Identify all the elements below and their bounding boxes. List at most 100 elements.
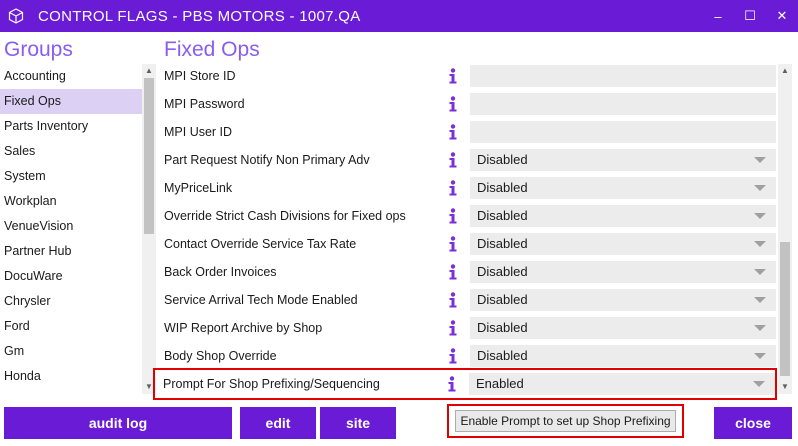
setting-row: Body Shop Override Disabled xyxy=(156,342,778,370)
sidebar-item-fixed-ops[interactable]: Fixed Ops xyxy=(0,89,142,114)
chevron-down-icon xyxy=(754,353,766,359)
chevron-down-icon xyxy=(754,241,766,247)
setting-dropdown[interactable]: Enabled xyxy=(469,373,775,395)
setting-dropdown[interactable]: Disabled xyxy=(470,345,776,367)
info-icon[interactable] xyxy=(446,150,460,170)
setting-dropdown[interactable]: Disabled xyxy=(470,261,776,283)
chevron-down-icon xyxy=(754,157,766,163)
info-icon[interactable] xyxy=(446,290,460,310)
section-heading: Fixed Ops xyxy=(164,38,260,61)
info-icon[interactable] xyxy=(446,262,460,282)
sidebar-item-honda[interactable]: Honda xyxy=(0,364,142,389)
setting-label: WIP Report Archive by Shop xyxy=(164,321,323,335)
setting-text-input[interactable] xyxy=(470,93,776,115)
setting-label: MPI User ID xyxy=(164,125,233,139)
sidebar-item-parts-inventory[interactable]: Parts Inventory xyxy=(0,114,142,139)
chevron-down-icon xyxy=(754,269,766,275)
dropdown-value: Disabled xyxy=(477,236,528,251)
audit-log-button[interactable]: audit log xyxy=(4,407,232,439)
dropdown-value: Disabled xyxy=(477,292,528,307)
setting-dropdown[interactable]: Disabled xyxy=(470,233,776,255)
info-icon[interactable] xyxy=(446,206,460,226)
setting-row: Part Request Notify Non Primary Adv Disab… xyxy=(156,146,778,174)
dropdown-value: Disabled xyxy=(477,320,528,335)
setting-dropdown[interactable]: Disabled xyxy=(470,149,776,171)
maximize-button[interactable]: ☐ xyxy=(734,0,766,32)
cube-icon xyxy=(0,0,32,32)
setting-text-input[interactable] xyxy=(470,121,776,143)
minimize-button[interactable]: – xyxy=(702,0,734,32)
sidebar-item-system[interactable]: System xyxy=(0,164,142,189)
scroll-up-arrow-icon[interactable]: ▲ xyxy=(142,64,156,78)
scroll-down-arrow-icon[interactable]: ▼ xyxy=(142,380,156,394)
setting-label: Override Strict Cash Divisions for Fixed… xyxy=(164,209,406,223)
edit-button[interactable]: edit xyxy=(240,407,316,439)
info-icon[interactable] xyxy=(445,374,459,394)
info-icon[interactable] xyxy=(446,66,460,86)
setting-dropdown[interactable]: Disabled xyxy=(470,289,776,311)
enable-prompt-highlight: Enable Prompt to set up Shop Prefixing xyxy=(447,404,684,438)
dropdown-value: Disabled xyxy=(477,264,528,279)
setting-row: Override Strict Cash Divisions for Fixed… xyxy=(156,202,778,230)
close-window-button[interactable]: ✕ xyxy=(766,0,798,32)
setting-row: Prompt For Shop Prefixing/Sequencing Enab… xyxy=(153,368,777,400)
setting-label: Part Request Notify Non Primary Adv xyxy=(164,153,370,167)
info-icon[interactable] xyxy=(446,234,460,254)
setting-row: WIP Report Archive by Shop Disabled xyxy=(156,314,778,342)
enable-prompt-button[interactable]: Enable Prompt to set up Shop Prefixing xyxy=(455,410,676,432)
setting-text-input[interactable] xyxy=(470,65,776,87)
info-icon[interactable] xyxy=(446,94,460,114)
groups-scrollbar[interactable]: ▲ ▼ xyxy=(142,64,156,394)
setting-row: Contact Override Service Tax Rate Disable… xyxy=(156,230,778,258)
groups-heading: Groups xyxy=(4,38,73,61)
dropdown-value: Disabled xyxy=(477,152,528,167)
setting-label: MyPriceLink xyxy=(164,181,233,195)
sidebar-item-chrysler[interactable]: Chrysler xyxy=(0,289,142,314)
chevron-down-icon xyxy=(754,185,766,191)
setting-row: MyPriceLink Disabled xyxy=(156,174,778,202)
setting-label: MPI Password xyxy=(164,97,245,111)
settings-scrollbar[interactable]: ▲ ▼ xyxy=(778,64,792,394)
setting-label: Back Order Invoices xyxy=(164,265,277,279)
setting-row: Service Arrival Tech Mode Enabled Disable… xyxy=(156,286,778,314)
scrollbar-thumb[interactable] xyxy=(144,78,154,234)
setting-dropdown[interactable]: Disabled xyxy=(470,205,776,227)
setting-row: Back Order Invoices Disabled xyxy=(156,258,778,286)
setting-label: MPI Store ID xyxy=(164,69,236,83)
dropdown-value: Enabled xyxy=(476,376,524,391)
groups-list: Accounting Fixed Ops Parts Inventory Sales S… xyxy=(0,64,156,394)
setting-label: Body Shop Override xyxy=(164,349,277,363)
site-button[interactable]: site xyxy=(320,407,396,439)
scrollbar-thumb[interactable] xyxy=(780,242,790,376)
sidebar-item-docuware[interactable]: DocuWare xyxy=(0,264,142,289)
info-icon[interactable] xyxy=(446,346,460,366)
sidebar-item-accounting[interactable]: Accounting xyxy=(0,64,142,89)
sidebar-item-sales[interactable]: Sales xyxy=(0,139,142,164)
dropdown-value: Disabled xyxy=(477,348,528,363)
chevron-down-icon xyxy=(754,213,766,219)
setting-label: Service Arrival Tech Mode Enabled xyxy=(164,293,358,307)
chevron-down-icon xyxy=(753,381,765,387)
sidebar-item-partner-hub[interactable]: Partner Hub xyxy=(0,239,142,264)
sidebar-item-gm[interactable]: Gm xyxy=(0,339,142,364)
setting-row: MPI User ID xyxy=(156,118,778,146)
info-icon[interactable] xyxy=(446,178,460,198)
setting-label: Contact Override Service Tax Rate xyxy=(164,237,357,251)
scroll-up-arrow-icon[interactable]: ▲ xyxy=(778,64,792,78)
info-icon[interactable] xyxy=(446,318,460,338)
setting-row: MPI Store ID xyxy=(156,62,778,90)
close-button[interactable]: close xyxy=(714,407,792,439)
setting-row: MPI Password xyxy=(156,90,778,118)
sidebar-item-venuevision[interactable]: VenueVision xyxy=(0,214,142,239)
dropdown-value: Disabled xyxy=(477,180,528,195)
info-icon[interactable] xyxy=(446,122,460,142)
sidebar-item-workplan[interactable]: Workplan xyxy=(0,189,142,214)
setting-dropdown[interactable]: Disabled xyxy=(470,317,776,339)
chevron-down-icon xyxy=(754,297,766,303)
sidebar-item-ford[interactable]: Ford xyxy=(0,314,142,339)
chevron-down-icon xyxy=(754,325,766,331)
setting-dropdown[interactable]: Disabled xyxy=(470,177,776,199)
scroll-down-arrow-icon[interactable]: ▼ xyxy=(778,380,792,394)
window-title: CONTROL FLAGS - PBS MOTORS - 1007.QA xyxy=(38,7,361,25)
setting-label: Prompt For Shop Prefixing/Sequencing xyxy=(163,377,380,391)
